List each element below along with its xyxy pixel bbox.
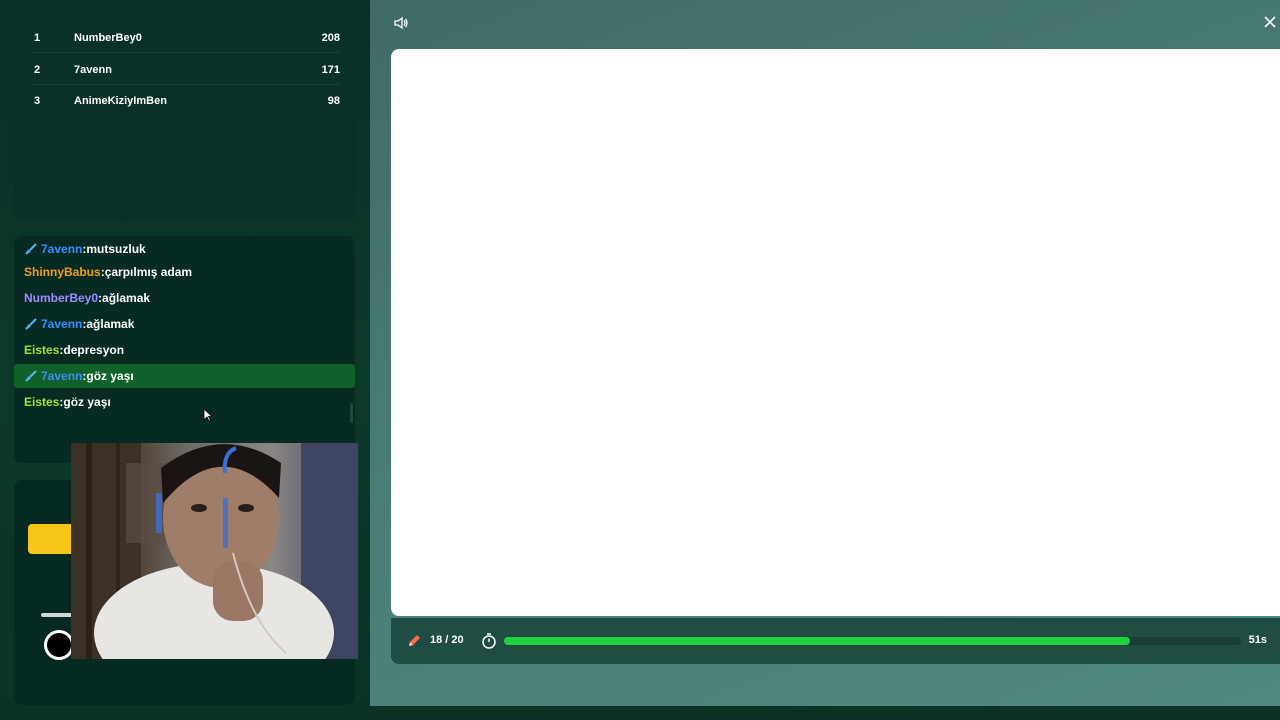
stopwatch-icon — [482, 633, 496, 649]
timer-label: 51s — [1248, 634, 1267, 646]
chat-username[interactable]: 7avenn — [41, 369, 82, 383]
chat-scrollbar[interactable] — [350, 403, 353, 423]
chat-username[interactable]: 7avenn — [41, 242, 82, 256]
chat-username[interactable]: 7avenn — [41, 317, 82, 331]
bottom-strip — [370, 706, 1280, 720]
chat-message: Eistes: göz yaşı — [14, 390, 355, 414]
leaderboard-score: 171 — [321, 63, 340, 76]
leaderboard-player-name: AnimeKiziyImBen — [74, 95, 167, 107]
round-status-bar: 18 / 20 51s — [391, 618, 1280, 664]
chat-username[interactable]: Eistes — [24, 343, 59, 357]
webcam-image — [71, 443, 358, 659]
leaderboard-row: 3 AnimeKiziyImBen 98 — [30, 86, 340, 116]
speaker-icon[interactable] — [393, 15, 409, 31]
timer-progress-bar — [504, 637, 1241, 645]
chat-message-text: depresyon — [63, 343, 125, 357]
sword-icon — [25, 318, 37, 330]
leaderboard-rank: 2 — [34, 63, 41, 76]
leaderboard-row: 2 7avenn 171 — [30, 55, 340, 85]
round-counter: 18 / 20 — [430, 634, 464, 646]
chat-username[interactable]: Eistes — [24, 395, 59, 409]
chat-message: 7avenn: ağlamak — [14, 312, 355, 336]
leaderboard-rank: 1 — [34, 31, 41, 44]
chat-message: Eistes: depresyon — [14, 338, 355, 362]
drawing-canvas[interactable] — [391, 49, 1280, 616]
chat-message-text: ağlamak — [86, 317, 135, 331]
pencil-icon — [409, 635, 420, 646]
leaderboard-row: 1 NumberBey0 208 — [30, 23, 340, 53]
chat-username[interactable]: ShinnyBabus — [24, 265, 101, 279]
leaderboard-player-name: NumberBey0 — [74, 31, 142, 44]
chat-message: NumberBey0: ağlamak — [14, 286, 355, 310]
chat-panel[interactable]: 7avenn: mutsuzluk ShinnyBabus: çarpılmış ad… — [14, 236, 355, 463]
chat-message-text: mutsuzluk — [86, 242, 146, 256]
webcam-overlay — [71, 443, 358, 659]
leaderboard-score: 98 — [327, 95, 340, 107]
record-button[interactable] — [44, 630, 74, 660]
sword-icon — [25, 370, 37, 382]
leaderboard-score: 208 — [321, 31, 340, 44]
chat-message-text: göz yaşı — [86, 369, 134, 383]
mouse-cursor-icon — [203, 408, 213, 422]
leaderboard-player-name: 7avenn — [74, 63, 112, 76]
leaderboard-panel: 1 NumberBey0 208 2 7avenn 171 3 AnimeKiz… — [14, 0, 355, 220]
timer-progress-fill — [504, 637, 1131, 645]
chat-message: 7avenn: mutsuzluk — [14, 237, 355, 261]
chat-message-text: çarpılmış adam — [104, 265, 193, 279]
chat-message: ShinnyBabus: çarpılmış adam — [14, 260, 355, 284]
chat-message: 7avenn: göz yaşı — [14, 364, 355, 388]
chat-message-text: ağlamak — [102, 291, 151, 305]
close-icon[interactable] — [1263, 15, 1277, 29]
sword-icon — [25, 243, 37, 255]
chat-message-text: göz yaşı — [63, 395, 111, 409]
leaderboard-rank: 3 — [34, 95, 41, 107]
chat-username[interactable]: NumberBey0 — [24, 291, 98, 305]
